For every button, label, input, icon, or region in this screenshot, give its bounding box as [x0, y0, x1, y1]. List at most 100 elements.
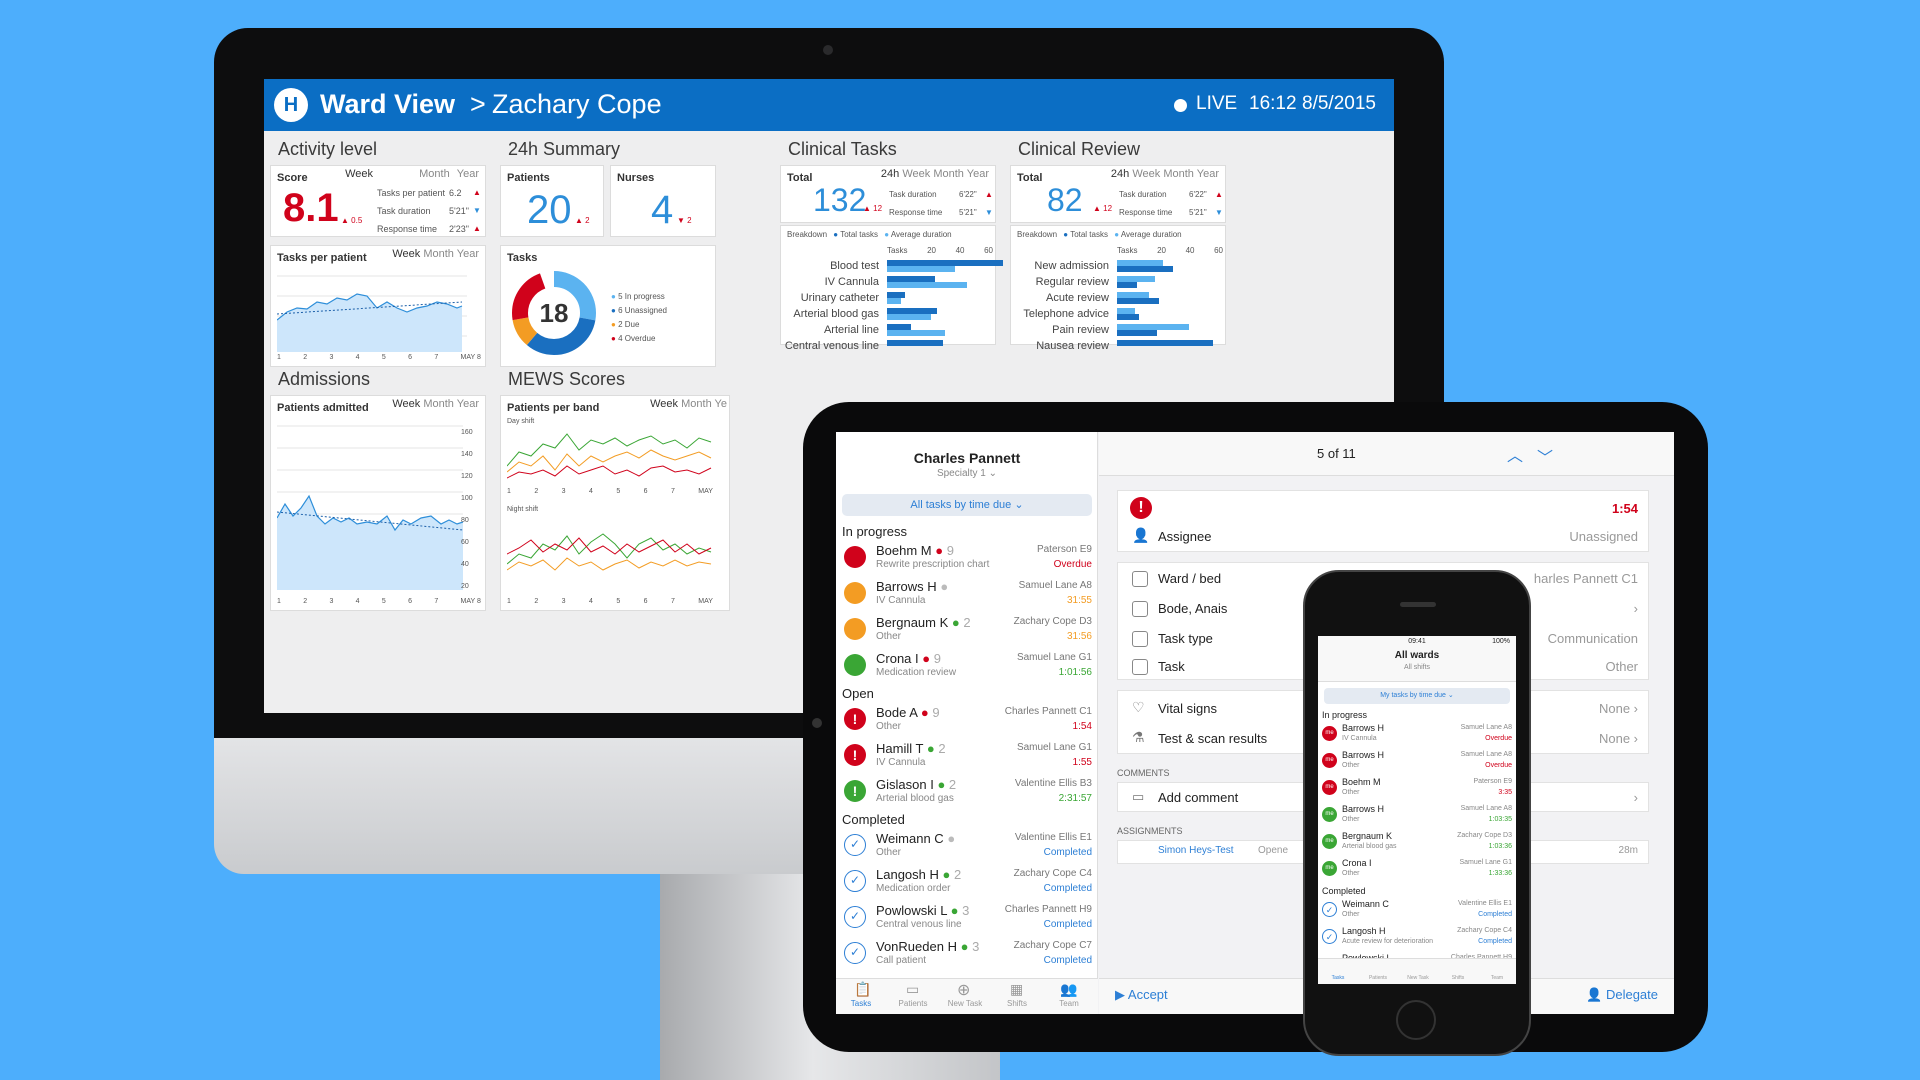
iphone-screen: 09:41 100% All wards All shifts My tasks… [1318, 636, 1516, 984]
tab-patients[interactable]: ▭ Patients [888, 981, 938, 1008]
tasks-per-patient-card: Tasks per patient Week Month Year 123456… [270, 245, 486, 367]
task-row[interactable]: ✓ Langosh H ● 2 Medication order Zachary… [836, 864, 1098, 900]
app-title[interactable]: Ward View [320, 89, 455, 120]
range-tabs: Week [339, 168, 373, 180]
chevron-down-icon[interactable]: ﹀ [1537, 444, 1553, 468]
admissions-panel: Admissions Patients admitted Week Month … [270, 361, 488, 661]
filter-button[interactable]: All tasks by time due ⌄ [842, 494, 1092, 516]
accept-button[interactable]: ▶ Accept [1115, 987, 1168, 1003]
card-label: Patients [507, 172, 550, 184]
task-row[interactable]: Boehm M ● 9 Rewrite prescription chart P… [836, 540, 1098, 576]
tab-month[interactable]: Month [681, 398, 712, 410]
task-row[interactable]: Barrows H ● IV Cannula Samuel Lane A8 31… [836, 576, 1098, 612]
phone-filter-button[interactable]: My tasks by time due ⌄ [1324, 688, 1510, 704]
tab-team[interactable]: Team [1478, 975, 1516, 981]
patient-label[interactable]: Bode, Anais [1158, 601, 1227, 616]
bar-total [1117, 330, 1157, 336]
tests-value[interactable]: None › [1599, 731, 1638, 746]
phone-tab-bar: Tasks Patients New Task Shifts Team [1318, 958, 1516, 984]
phone-task-row[interactable]: me Boehm M Other Paterson E9 3:35 [1318, 776, 1516, 803]
phone-task-row[interactable]: me Crona I Other Samuel Lane G1 1:33:36 [1318, 857, 1516, 884]
tab-shifts[interactable]: Shifts [1438, 975, 1478, 981]
metric-label: Tasks per patient [377, 188, 446, 198]
alert-icon: ! [844, 780, 866, 802]
ct-total: 132 [813, 182, 867, 218]
tab-week[interactable]: Week [650, 398, 678, 410]
task-row[interactable]: ✓ Powlowski L ● 3 Central venous line Ch… [836, 900, 1098, 936]
specialty-select[interactable]: Specialty 1 ⌄ [836, 468, 1098, 479]
tab-year[interactable]: Year [967, 168, 989, 180]
avatar: me [1322, 780, 1337, 795]
day-shift-chart [507, 433, 712, 479]
tab-new-task[interactable]: ⊕ New Task [940, 982, 990, 1008]
breadcrumb-person[interactable]: Zachary Cope [492, 89, 662, 120]
tab-year[interactable]: Year [1197, 168, 1219, 180]
phone-task-row[interactable]: ✓ Weimann C Other Valentine Ellis E1 Complet… [1318, 898, 1516, 925]
tab-month[interactable]: Month [933, 168, 964, 180]
range-tabs: Week Month Ye [650, 398, 727, 410]
metric-label: Response time [377, 224, 438, 234]
tab-year[interactable]: Year [457, 398, 479, 410]
tab-year[interactable]: Year [457, 248, 479, 260]
tab-24h[interactable]: 24h [1111, 168, 1129, 180]
down-arrow-icon: ▼ [473, 206, 481, 215]
phone-task-row[interactable]: me Barrows H Other Samuel Lane A8 Overdue [1318, 749, 1516, 776]
tab-month[interactable]: Month [423, 398, 454, 410]
card-label: Tasks [507, 252, 538, 264]
patient-icon [1132, 601, 1148, 617]
tab-patients[interactable]: Patients [1358, 975, 1398, 981]
tab-week[interactable]: Week [392, 248, 420, 260]
vitals-label[interactable]: Vital signs [1158, 701, 1217, 716]
tab-year[interactable]: Year [457, 168, 479, 180]
tab-week[interactable]: Week [392, 398, 420, 410]
tab-24h[interactable]: 24h [881, 168, 899, 180]
card-label: Patients admitted [277, 402, 369, 414]
tab-tasks[interactable]: Tasks [1318, 975, 1358, 981]
tab-month[interactable]: Month [1163, 168, 1194, 180]
assignments-header: ASSIGNMENTS [1117, 826, 1183, 836]
chevron-up-icon[interactable]: ︿ [1507, 442, 1523, 466]
iphone-home-button[interactable] [1396, 1000, 1436, 1040]
tab-week[interactable]: Week [902, 168, 930, 180]
phone-task-row[interactable]: me Bergnaum K Arterial blood gas Zachary Co… [1318, 830, 1516, 857]
task-row[interactable]: ! Hamill T ● 2 IV Cannula Samuel Lane G1… [836, 738, 1098, 774]
tab-shifts[interactable]: ▦ Shifts [992, 981, 1042, 1008]
assignee-label: Assignee [1158, 529, 1212, 544]
tab-tasks[interactable]: 📋 Tasks [836, 981, 886, 1008]
tab-team[interactable]: 👥 Team [1044, 981, 1094, 1008]
tab-month[interactable]: Month [423, 248, 454, 260]
task-row[interactable]: ✓ VonRueden H ● 3 Call patient Zachary C… [836, 936, 1098, 972]
row-label: Central venous line [784, 340, 879, 352]
section-header: Open [842, 686, 874, 701]
card-label: Nurses [617, 172, 655, 184]
task-row[interactable]: Bergnaum K ● 2 Other Zachary Cope D3 31:… [836, 612, 1098, 648]
alert-icon: ! [1130, 497, 1152, 519]
delegate-button[interactable]: 👤 Delegate [1586, 987, 1658, 1003]
live-label: LIVE [1196, 93, 1238, 114]
phone-task-row[interactable]: ✓ Langosh H Acute review for deterioration… [1318, 925, 1516, 952]
phone-task-row[interactable]: me Barrows H IV Cannula Samuel Lane A8 Overd… [1318, 722, 1516, 749]
task-row[interactable]: Crona I ● 9 Medication review Samuel Lan… [836, 648, 1098, 684]
chevron-right-icon[interactable]: › [1634, 601, 1638, 616]
card-label: Total [1017, 172, 1043, 184]
tab-month[interactable]: Month [419, 168, 450, 180]
task-row[interactable]: ! Bode A ● 9 Other Charles Pannett C1 1:… [836, 702, 1098, 738]
tests-label[interactable]: Test & scan results [1158, 731, 1267, 746]
tab-year[interactable]: Ye [715, 398, 727, 410]
alert-icon: ! [844, 708, 866, 730]
task-row[interactable]: ✓ Weimann C ● Other Valentine Ellis E1 C… [836, 828, 1098, 864]
mews-panel: MEWS Scores Patients per band Week Month… [500, 361, 730, 661]
tab-week[interactable]: Week [345, 168, 373, 180]
mews-card: Patients per band Week Month Ye Day shif… [500, 395, 730, 611]
person-icon: 👤 [1132, 527, 1150, 543]
assignment-name[interactable]: Simon Heys-Test [1158, 845, 1234, 856]
phone-subtitle[interactable]: All shifts [1318, 664, 1516, 671]
play-icon: ▶ [1115, 987, 1125, 1002]
phone-task-row[interactable]: me Barrows H Other Samuel Lane A8 1:03:35 [1318, 803, 1516, 830]
tab-new-task[interactable]: New Task [1398, 975, 1438, 981]
tab-week[interactable]: Week [1132, 168, 1160, 180]
add-comment-label: Add comment [1158, 790, 1239, 805]
vitals-value[interactable]: None › [1599, 701, 1638, 716]
task-row[interactable]: ! Gislason I ● 2 Arterial blood gas Vale… [836, 774, 1098, 810]
assignee-value[interactable]: Unassigned [1569, 529, 1638, 544]
